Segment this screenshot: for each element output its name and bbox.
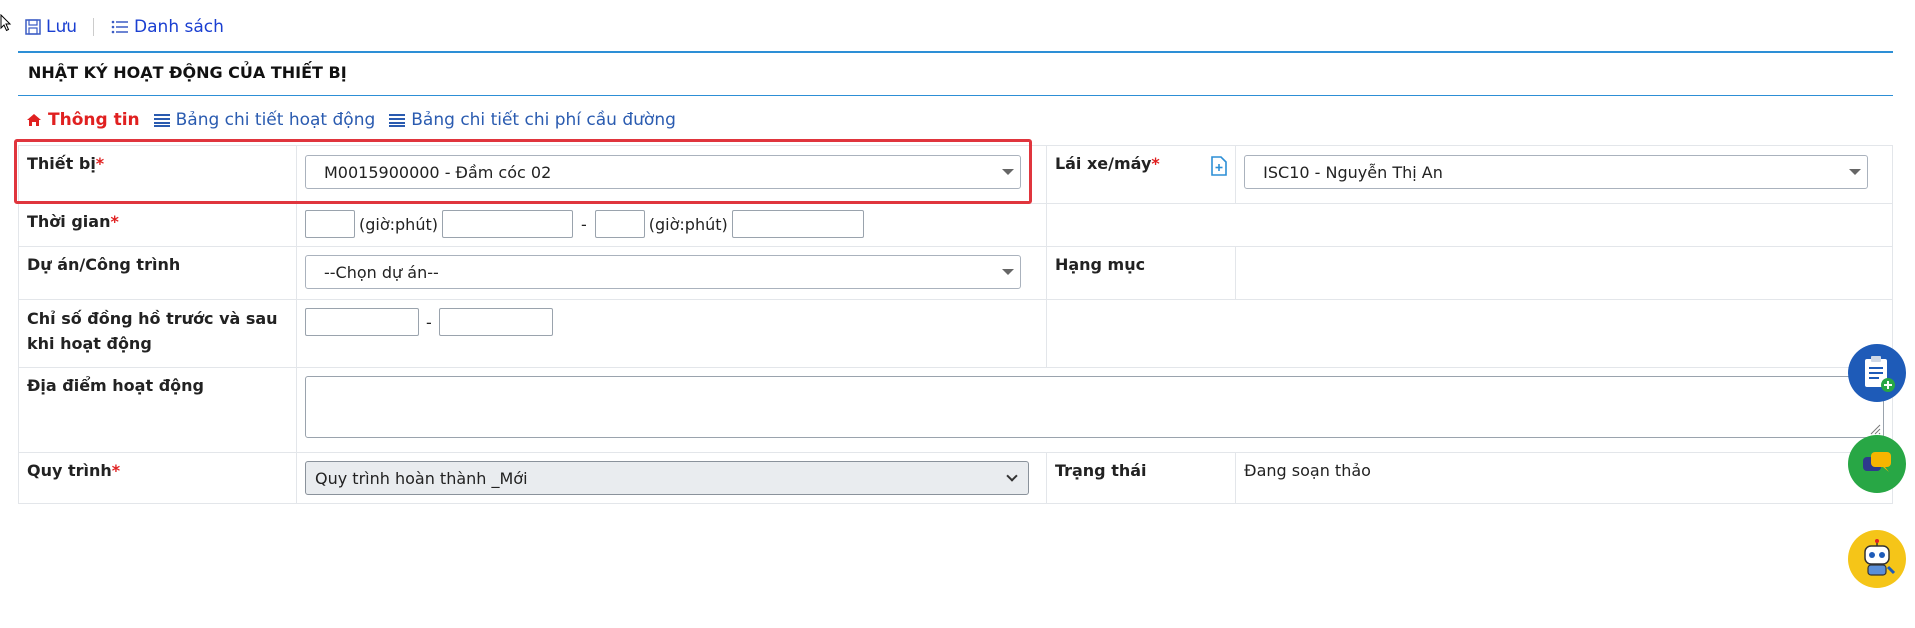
device-select[interactable]: M0015900000 - Đầm cóc 02 [305,155,1021,189]
project-label: Dự án/Công trình [27,255,181,274]
process-label-cell: Quy trình* [18,452,297,504]
clipboard-add-icon [1865,356,1895,392]
time-unit-label: (giờ:phút) [359,214,438,234]
location-cell [296,367,1893,453]
time-cell: (giờ:phút) - (giờ:phút) [296,203,1047,247]
process-label: Quy trình [27,461,112,480]
driver-label-cell: Lái xe/máy* [1045,145,1237,204]
category-label: Hạng mục [1054,255,1146,274]
process-cell: Quy trình hoàn thành _Mới [296,452,1047,504]
category-cell [1235,246,1893,300]
chat-fab[interactable] [1848,435,1906,493]
meter-label-cell: Chỉ số đồng hồ trước và sau khi hoạt độn… [18,299,297,368]
add-note-fab[interactable] [1848,344,1906,402]
home-icon [27,114,41,126]
meter-separator: - [426,312,432,332]
toolbar: Lưu Danh sách [24,12,224,42]
required-mark: * [1151,154,1160,173]
tab-toll-costs-label: Bảng chi tiết chi phí cầu đường [411,110,676,130]
add-document-icon[interactable] [1211,156,1227,176]
driver-select[interactable]: ISC10 - Nguyễn Thị An [1244,155,1869,189]
device-select-value: M0015900000 - Đầm cóc 02 [324,162,552,182]
driver-label: Lái xe/máy [1054,154,1152,173]
dropdown-caret-icon [1849,169,1862,175]
end-time-input[interactable] [594,210,645,238]
project-label-cell: Dự án/Công trình [18,246,297,300]
time-label: Thời gian [27,212,111,231]
driver-cell: ISC10 - Nguyễn Thị An [1235,145,1893,204]
status-value: Đang soạn thảo [1244,461,1371,480]
time-label-cell: Thời gian* [18,203,297,247]
list-label: Danh sách [134,17,224,37]
list-icon [111,20,129,34]
list-icon [153,114,170,127]
meter-label: Chỉ số đồng hồ trước và sau khi hoạt độn… [27,309,278,353]
status-cell: Đang soạn thảo [1235,452,1893,504]
device-cell: M0015900000 - Đầm cóc 02 [296,145,1047,204]
save-icon [25,19,41,35]
mouse-cursor-icon [0,14,12,32]
process-select-value: Quy trình hoàn thành _Mới [315,468,528,488]
save-button[interactable]: Lưu [24,17,77,37]
chat-bubbles-icon [1863,452,1891,472]
tab-info[interactable]: Thông tin [26,110,140,130]
tab-bar: Thông tin Bảng chi tiết hoạt động Bảng c… [26,110,676,130]
tab-info-label: Thông tin [48,110,140,130]
toolbar-divider [93,18,95,36]
save-label: Lưu [46,17,78,37]
required-mark: * [95,154,105,173]
required-mark: * [110,212,119,231]
page-title: NHẬT KÝ HOẠT ĐỘNG CỦA THIẾT BỊ [28,63,347,82]
category-label-cell: Hạng mục [1045,246,1237,300]
status-label: Trạng thái [1054,461,1147,480]
panel-top-border [18,51,1893,53]
tab-activity-details-label: Bảng chi tiết hoạt động [175,110,376,130]
project-select-value: --Chọn dự án-- [324,262,439,282]
robot-icon [1864,539,1896,576]
process-select[interactable]: Quy trình hoàn thành _Mới [305,461,1029,495]
device-label: Thiết bị [27,154,96,173]
project-cell: --Chọn dự án-- [296,246,1047,300]
dropdown-caret-icon [1002,169,1014,175]
support-bot-fab[interactable] [1848,530,1906,588]
empty-cell [1045,203,1894,247]
resize-handle-icon[interactable] [1869,423,1881,435]
required-mark: * [111,461,121,480]
location-label-cell: Địa điểm hoạt động [18,367,297,453]
start-time-input[interactable] [305,210,355,238]
location-label: Địa điểm hoạt động [27,376,204,395]
dropdown-caret-icon [1002,269,1014,275]
status-label-cell: Trạng thái [1045,452,1237,504]
meter-after-input[interactable] [438,308,553,336]
location-textarea[interactable] [305,376,1884,438]
list-button[interactable]: Danh sách [110,17,224,37]
start-date-input[interactable] [441,210,573,238]
meter-cell: - [296,299,1047,368]
time-range-separator: - [580,214,587,234]
time-unit-label: (giờ:phút) [648,214,728,234]
tab-toll-costs[interactable]: Bảng chi tiết chi phí cầu đường [389,110,676,130]
meter-before-input[interactable] [305,308,419,336]
activity-form: Thiết bị* M0015900000 - Đầm cóc 02 Lái x… [18,145,1894,504]
list-icon [389,114,406,127]
end-date-input[interactable] [731,210,864,238]
empty-cell [1045,299,1894,368]
title-divider [18,95,1893,96]
device-label-cell: Thiết bị* [18,145,297,204]
project-select[interactable]: --Chọn dự án-- [305,255,1021,289]
tab-activity-details[interactable]: Bảng chi tiết hoạt động [153,110,376,130]
driver-select-value: ISC10 - Nguyễn Thị An [1263,162,1443,182]
chevron-down-icon [1006,470,1018,482]
